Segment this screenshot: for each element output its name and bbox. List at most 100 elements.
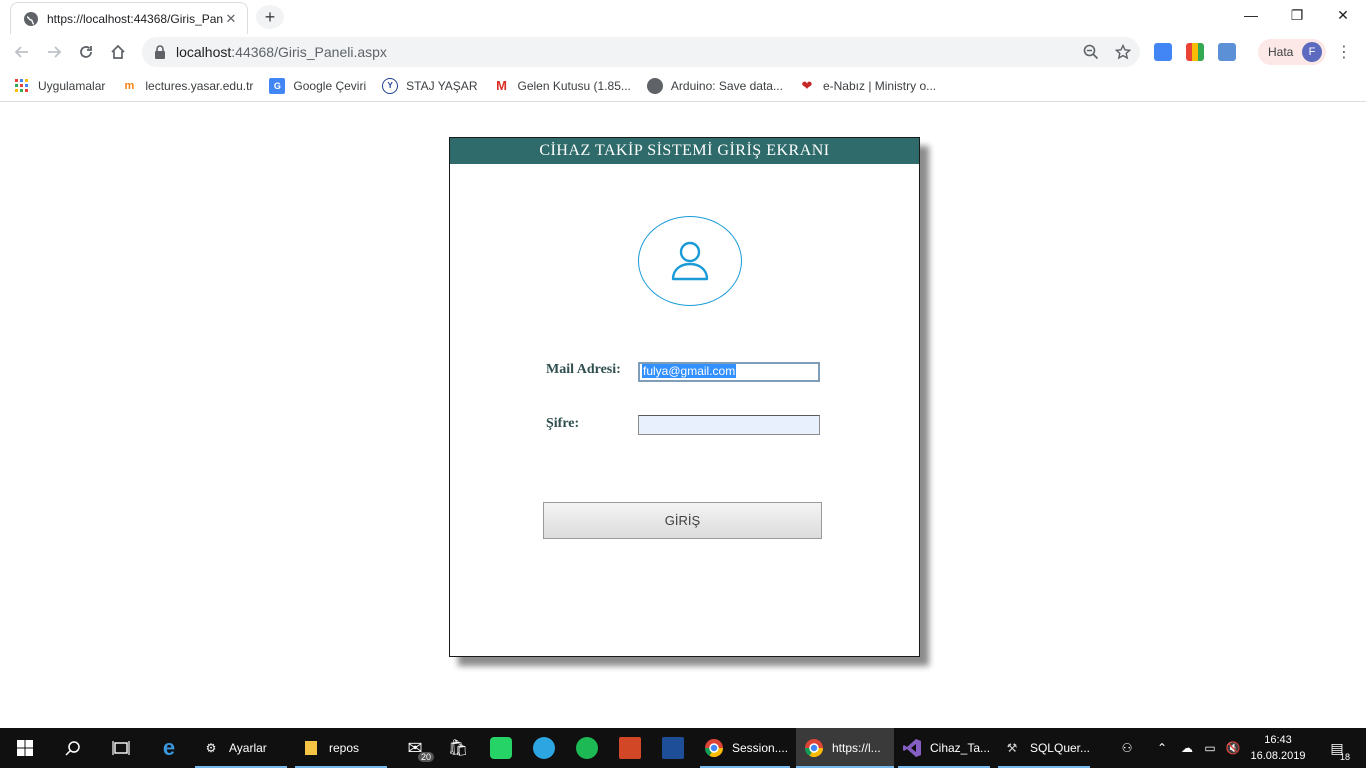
zoom-button[interactable] (1079, 38, 1103, 66)
taskbar-item-session[interactable]: Session.... (700, 728, 790, 768)
store-button[interactable]: 🛍 (446, 728, 470, 768)
color-extension-icon[interactable] (1186, 43, 1204, 61)
bookmark-apps[interactable]: Uygulamalar (14, 78, 105, 94)
telegram-button[interactable] (531, 728, 557, 768)
clock-time: 16:43 (1264, 734, 1292, 746)
bookmark-label: STAJ YAŞAR (406, 78, 478, 93)
star-icon (1115, 44, 1131, 60)
user-avatar-circle (638, 216, 742, 306)
bookmark-enabiz[interactable]: ❤ e-Nabız | Ministry o... (799, 77, 937, 94)
chrome-icon (704, 738, 724, 758)
task-view-button[interactable] (108, 728, 134, 768)
spotify-button[interactable] (574, 728, 600, 768)
chrome-icon (804, 738, 824, 758)
reload-button[interactable] (72, 38, 100, 66)
bookmark-label: Google Çeviri (293, 78, 367, 93)
user-icon (671, 241, 709, 281)
powerpoint-icon (619, 737, 641, 759)
search-button[interactable] (60, 728, 86, 768)
volume-muted-icon: 🔇 (1225, 741, 1241, 755)
bookmark-gmail[interactable]: M Gelen Kutusu (1.85... (493, 78, 631, 94)
taskbar-item-sql[interactable]: ⚒ SQLQuer... (998, 728, 1090, 768)
spotify-icon (576, 737, 598, 759)
start-button[interactable] (12, 728, 38, 768)
windows-logo-icon (17, 740, 33, 756)
chevron-up-icon: ⌃ (1156, 741, 1168, 755)
whatsapp-button[interactable] (488, 728, 514, 768)
address-bar[interactable]: localhost:44368/Giris_Paneli.aspx (142, 37, 1140, 67)
show-hidden-icons-button[interactable]: ⌃ (1152, 728, 1172, 768)
profile-button[interactable]: Hata F (1258, 39, 1326, 65)
home-button[interactable] (104, 38, 132, 66)
arrow-left-icon (14, 46, 28, 58)
magnifier-icon (1083, 44, 1099, 60)
system-clock[interactable]: 16:43 16.08.2019 (1246, 732, 1310, 764)
minimize-button[interactable]: — (1228, 0, 1274, 30)
edge-button[interactable]: e (156, 728, 182, 768)
back-button[interactable] (8, 38, 36, 66)
moodle-icon: m (124, 79, 135, 92)
bookmark-label: e-Nabız | Ministry o... (822, 78, 937, 93)
camera-extension-icon[interactable] (1218, 43, 1236, 61)
login-panel: CİHAZ TAKİP SİSTEMİ GİRİŞ EKRANI Mail Ad… (449, 137, 920, 657)
bookmark-label: Uygulamalar (38, 78, 106, 93)
volume-button[interactable]: 🔇 (1222, 728, 1244, 768)
new-tab-button[interactable]: + (256, 5, 284, 29)
browser-menu-button[interactable]: ⋮ (1336, 38, 1352, 66)
password-input[interactable] (638, 415, 820, 435)
telegram-icon (533, 737, 555, 759)
mail-input-value: fulya@gmail.com (642, 364, 737, 378)
login-panel-title: CİHAZ TAKİP SİSTEMİ GİRİŞ EKRANI (450, 138, 919, 164)
mail-input[interactable]: fulya@gmail.com (638, 362, 820, 382)
close-window-button[interactable]: ✕ (1320, 0, 1366, 30)
login-button[interactable]: GİRİŞ (543, 502, 822, 539)
tab-title: https://localhost:44368/Giris_Paneli.asp… (47, 11, 223, 26)
taskbar-item-browser[interactable]: https://l... (796, 728, 894, 768)
taskbar-item-settings[interactable]: ⚙ Ayarlar (195, 728, 287, 768)
translate-extension-icon[interactable] (1154, 43, 1172, 61)
arrow-right-icon (48, 46, 62, 58)
bookmark-label: Gelen Kutusu (1.85... (517, 78, 631, 93)
more-vert-icon: ⋮ (1336, 44, 1352, 61)
browser-toolbar: localhost:44368/Giris_Paneli.aspx Hata F… (0, 34, 1366, 70)
edge-icon: e (162, 735, 176, 760)
taskbar-item-label: Session.... (732, 741, 789, 755)
apps-grid-icon (14, 78, 30, 94)
browser-tab[interactable]: https://localhost:44368/Giris_Paneli.asp… (10, 2, 248, 34)
people-button[interactable]: ⚇ (1116, 728, 1138, 768)
mail-badge: 20 (417, 752, 434, 762)
avatar: F (1302, 42, 1322, 62)
search-icon (65, 741, 80, 756)
bookmark-label: lectures.yasar.edu.tr (145, 78, 254, 93)
devcpp-icon (662, 737, 684, 759)
bookmarks-bar: Uygulamalar m lectures.yasar.edu.tr G Go… (0, 70, 1366, 102)
clock-date: 16.08.2019 (1250, 750, 1306, 762)
taskbar-item-label: Cihaz_Ta... (930, 741, 991, 755)
bookmark-star-button[interactable] (1111, 38, 1135, 66)
enabiz-icon: ❤ (801, 77, 813, 93)
onedrive-button[interactable]: ☁ (1176, 728, 1198, 768)
bookmark-staj-yasar[interactable]: Y STAJ YAŞAR (382, 77, 478, 94)
store-icon: 🛍 (447, 740, 469, 757)
reload-icon (80, 46, 92, 58)
taskbar-item-visual-studio[interactable]: Cihaz_Ta... (898, 728, 990, 768)
action-center-button[interactable]: ▤ 18 (1322, 728, 1352, 768)
tab-close-icon[interactable]: ✕ (223, 11, 239, 27)
visual-studio-icon (902, 738, 922, 758)
task-view-icon (112, 741, 130, 755)
forward-button[interactable] (40, 38, 68, 66)
tab-strip: https://localhost:44368/Giris_Paneli.asp… (0, 0, 1366, 34)
taskbar-item-label: SQLQuer... (1029, 741, 1090, 755)
mail-app-button[interactable]: ✉ 20 (400, 728, 434, 768)
restore-button[interactable]: ❐ (1274, 0, 1320, 30)
bookmark-lectures[interactable]: m lectures.yasar.edu.tr (121, 78, 253, 94)
powerpoint-button[interactable] (617, 728, 643, 768)
cloud-icon: ☁ (1181, 741, 1193, 755)
bookmark-google-translate[interactable]: G Google Çeviri (269, 77, 367, 94)
sql-icon: ⚒ (1006, 741, 1018, 755)
taskbar-item-label: https://l... (832, 741, 881, 755)
devcpp-button[interactable] (660, 728, 686, 768)
battery-button[interactable]: ▭ (1200, 728, 1220, 768)
bookmark-arduino[interactable]: Arduino: Save data... (646, 77, 783, 94)
taskbar-item-repos[interactable]: repos (295, 728, 387, 768)
